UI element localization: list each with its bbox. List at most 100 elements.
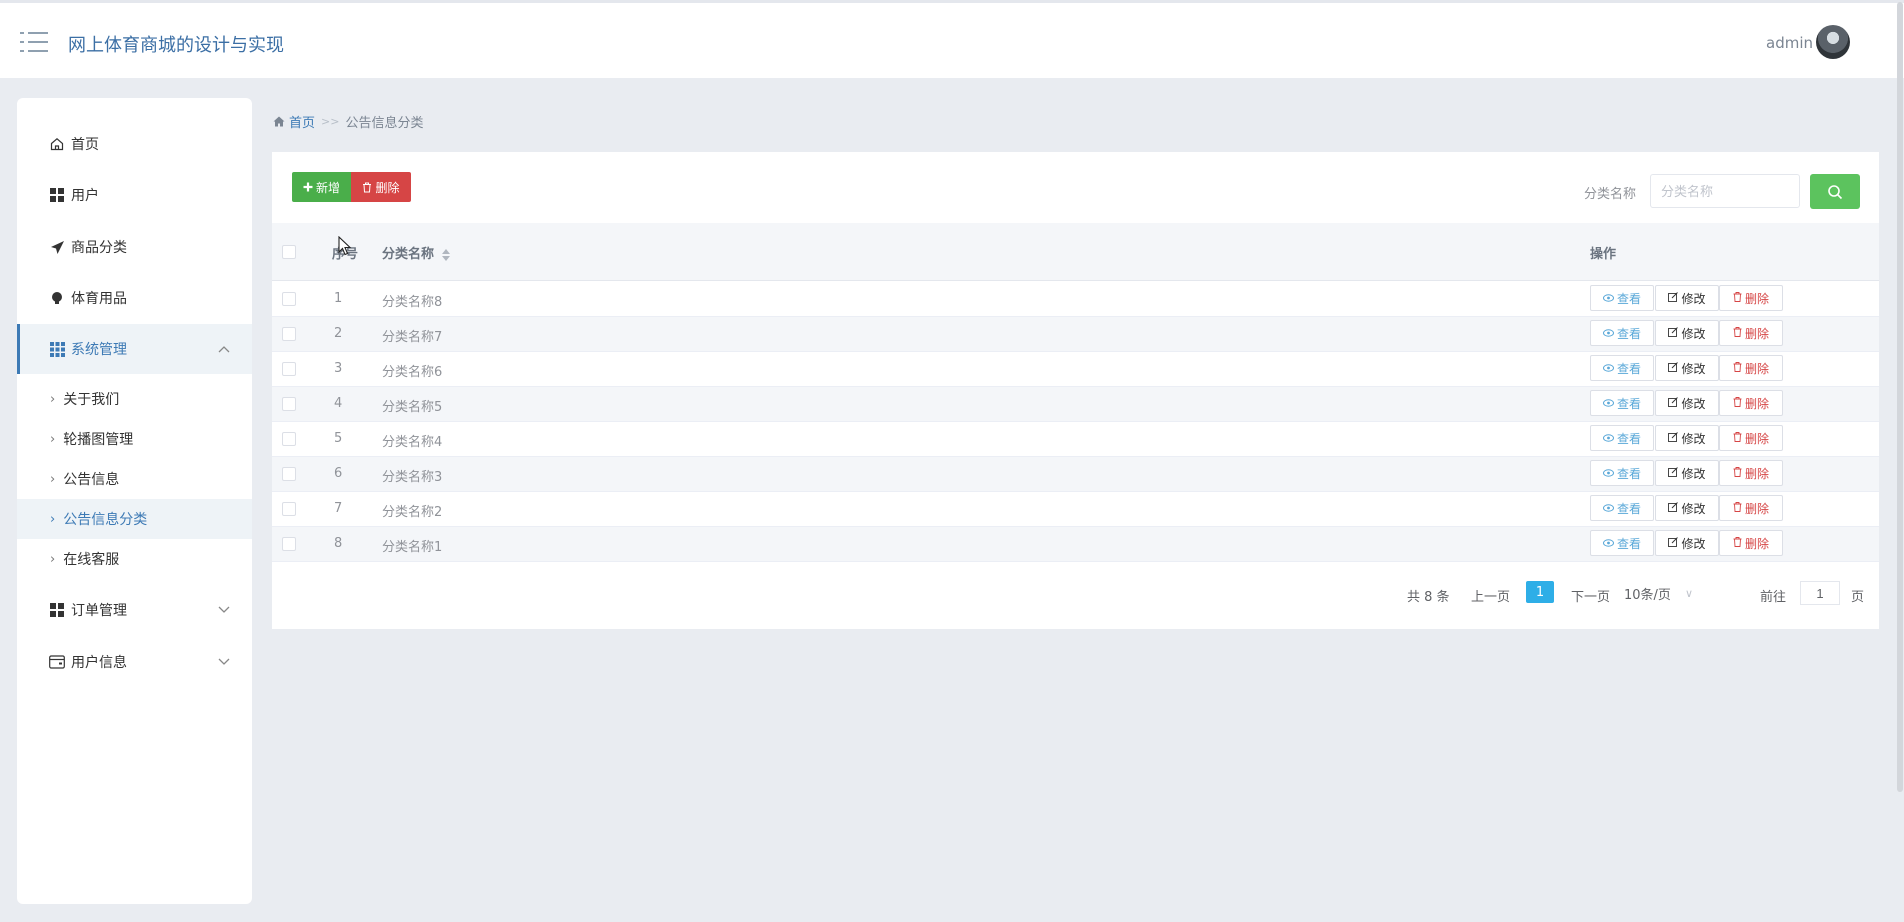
delete-button[interactable]: 删除: [1719, 460, 1783, 486]
breadcrumb-home[interactable]: 首页: [273, 112, 315, 131]
sort-icon[interactable]: [442, 248, 451, 261]
row-checkbox[interactable]: [282, 397, 296, 411]
edit-button[interactable]: 修改: [1655, 355, 1719, 381]
pagination-goto-input[interactable]: [1800, 581, 1840, 605]
row-checkbox[interactable]: [282, 327, 296, 341]
pagination-next[interactable]: 下一页: [1571, 586, 1610, 605]
delete-button-label: 删除: [1744, 501, 1769, 516]
row-index: 8: [334, 536, 343, 551]
submenu-item-label: 公告信息: [63, 472, 120, 488]
batch-delete-button[interactable]: 删除: [351, 172, 411, 202]
edit-button-label: 修改: [1681, 466, 1706, 481]
edit-button[interactable]: 修改: [1655, 495, 1719, 521]
submenu-item-announcement-category[interactable]: › 公告信息分类: [17, 499, 252, 539]
edit-button-label: 修改: [1681, 326, 1706, 341]
chevron-right-icon: ›: [50, 391, 56, 407]
chevron-down-icon: ∨: [1684, 586, 1693, 600]
row-checkbox[interactable]: [282, 292, 296, 306]
submenu-item-label: 在线客服: [63, 552, 120, 568]
row-index: 1: [334, 291, 343, 306]
delete-button[interactable]: 删除: [1719, 390, 1783, 416]
column-header-name[interactable]: 分类名称: [382, 243, 451, 262]
row-checkbox[interactable]: [282, 432, 296, 446]
search-button[interactable]: [1810, 174, 1860, 209]
view-button-label: 查看: [1616, 396, 1641, 411]
delete-button[interactable]: 删除: [1719, 495, 1783, 521]
row-checkbox[interactable]: [282, 502, 296, 516]
edit-button[interactable]: 修改: [1655, 425, 1719, 451]
sidebar-item-users[interactable]: 用户: [17, 170, 252, 220]
delete-button[interactable]: 删除: [1719, 530, 1783, 556]
submenu-item-carousel[interactable]: › 轮播图管理: [17, 419, 252, 459]
add-button[interactable]: 新增: [292, 172, 351, 202]
view-button[interactable]: 查看: [1590, 425, 1654, 451]
delete-button-label: 删除: [1744, 326, 1769, 341]
view-button[interactable]: 查看: [1590, 390, 1654, 416]
trash-icon: [1733, 466, 1742, 480]
delete-button[interactable]: 删除: [1719, 355, 1783, 381]
table-row: 1 分类名称8 查看 修改 删除: [272, 282, 1879, 317]
sidebar: 首页 用户 商品分类 体育用品 系统管理 › 关于我们 › 轮播图管理 › 公告…: [17, 98, 252, 904]
view-button[interactable]: 查看: [1590, 285, 1654, 311]
view-button[interactable]: 查看: [1590, 530, 1654, 556]
sidebar-item-sports-goods[interactable]: 体育用品: [17, 273, 252, 323]
sidebar-item-home[interactable]: 首页: [17, 119, 252, 169]
table-row: 2 分类名称7 查看 修改 删除: [272, 317, 1879, 352]
view-button[interactable]: 查看: [1590, 460, 1654, 486]
view-button[interactable]: 查看: [1590, 355, 1654, 381]
delete-button-label: 删除: [1744, 466, 1769, 481]
submenu-item-announcements[interactable]: › 公告信息: [17, 459, 252, 499]
search-input[interactable]: [1650, 174, 1800, 208]
edit-icon: [1668, 431, 1679, 445]
edit-button[interactable]: 修改: [1655, 530, 1719, 556]
page-scrollbar[interactable]: [1896, 0, 1904, 922]
user-name[interactable]: admin: [1766, 34, 1813, 52]
row-index: 5: [334, 431, 343, 446]
row-checkbox[interactable]: [282, 537, 296, 551]
breadcrumb-current: 公告信息分类: [345, 116, 424, 131]
breadcrumb-separator: >>: [321, 115, 340, 128]
edit-icon: [1668, 396, 1679, 410]
select-all-checkbox[interactable]: [282, 245, 296, 259]
delete-button[interactable]: 删除: [1719, 425, 1783, 451]
sidebar-item-label: 体育用品: [71, 291, 127, 307]
edit-icon: [1668, 361, 1679, 375]
sidebar-item-product-category[interactable]: 商品分类: [17, 222, 252, 272]
sidebar-item-user-info[interactable]: 用户信息: [17, 637, 252, 687]
edit-button[interactable]: 修改: [1655, 320, 1719, 346]
table-row: 6 分类名称3 查看 修改 删除: [272, 457, 1879, 492]
edit-button-label: 修改: [1681, 396, 1706, 411]
home-icon: [273, 116, 285, 127]
row-index: 7: [334, 501, 343, 516]
submenu-item-online-service[interactable]: › 在线客服: [17, 539, 252, 579]
row-index: 4: [334, 396, 343, 411]
edit-button[interactable]: 修改: [1655, 390, 1719, 416]
submenu-item-about-us[interactable]: › 关于我们: [17, 379, 252, 419]
sidebar-item-label: 用户: [71, 188, 99, 204]
table-header: 序号 分类名称 操作: [272, 223, 1879, 281]
view-button[interactable]: 查看: [1590, 495, 1654, 521]
menu-toggle-icon[interactable]: [20, 31, 48, 53]
pagination-page-1[interactable]: 1: [1526, 581, 1554, 603]
row-checkbox[interactable]: [282, 362, 296, 376]
edit-button[interactable]: 修改: [1655, 285, 1719, 311]
row-checkbox[interactable]: [282, 467, 296, 481]
mouse-cursor-icon: [338, 236, 352, 256]
page-size-select[interactable]: 10条/页 ∨: [1624, 581, 1714, 605]
delete-button[interactable]: 删除: [1719, 285, 1783, 311]
pagination-prev[interactable]: 上一页: [1471, 586, 1510, 605]
breadcrumb: 首页 >> 公告信息分类: [273, 112, 423, 131]
delete-button[interactable]: 删除: [1719, 320, 1783, 346]
sidebar-item-orders[interactable]: 订单管理: [17, 585, 252, 635]
sidebar-item-system-management[interactable]: 系统管理: [17, 324, 252, 374]
view-button[interactable]: 查看: [1590, 320, 1654, 346]
scrollbar-thumb[interactable]: [1897, 2, 1903, 792]
apps-icon: [49, 341, 65, 357]
eye-icon: [1602, 537, 1614, 550]
avatar[interactable]: [1816, 25, 1850, 59]
trash-icon: [1733, 431, 1742, 445]
edit-icon: [1668, 536, 1679, 550]
eye-icon: [1602, 362, 1614, 375]
edit-button[interactable]: 修改: [1655, 460, 1719, 486]
pagination-total: 共 8 条: [1407, 590, 1450, 605]
